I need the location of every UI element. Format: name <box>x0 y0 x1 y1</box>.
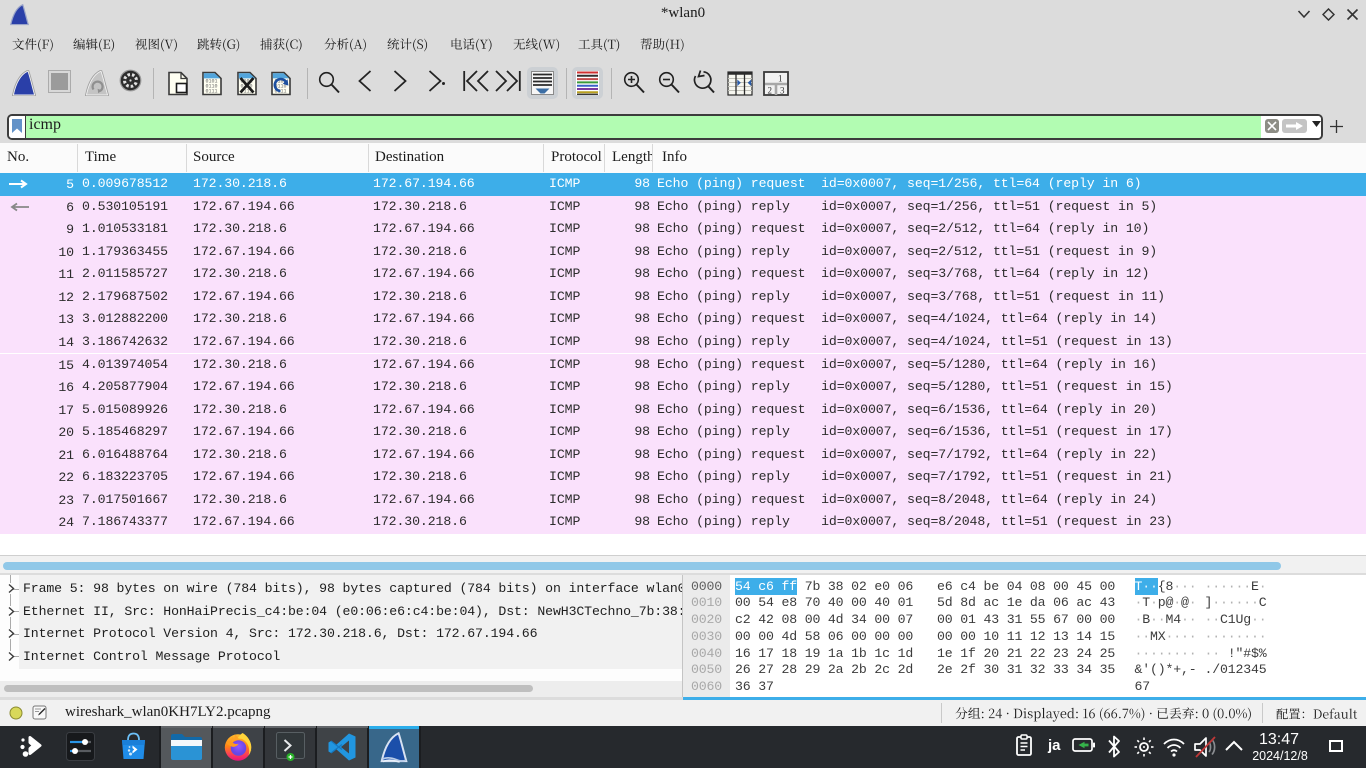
svg-text:0101: 0101 <box>206 79 218 85</box>
svg-text:0111: 0111 <box>275 89 287 95</box>
svg-text:0101: 0101 <box>275 79 287 85</box>
svg-text:3: 3 <box>780 86 785 96</box>
svg-text:0101: 0101 <box>241 79 253 85</box>
svg-text:0110: 0110 <box>241 84 253 90</box>
svg-text:0111: 0111 <box>241 89 253 95</box>
svg-text:1: 1 <box>778 74 783 84</box>
svg-text:2: 2 <box>768 86 773 96</box>
svg-text:0110: 0110 <box>275 84 287 90</box>
svg-text:0110: 0110 <box>206 84 218 90</box>
svg-text:0111: 0111 <box>206 89 218 95</box>
